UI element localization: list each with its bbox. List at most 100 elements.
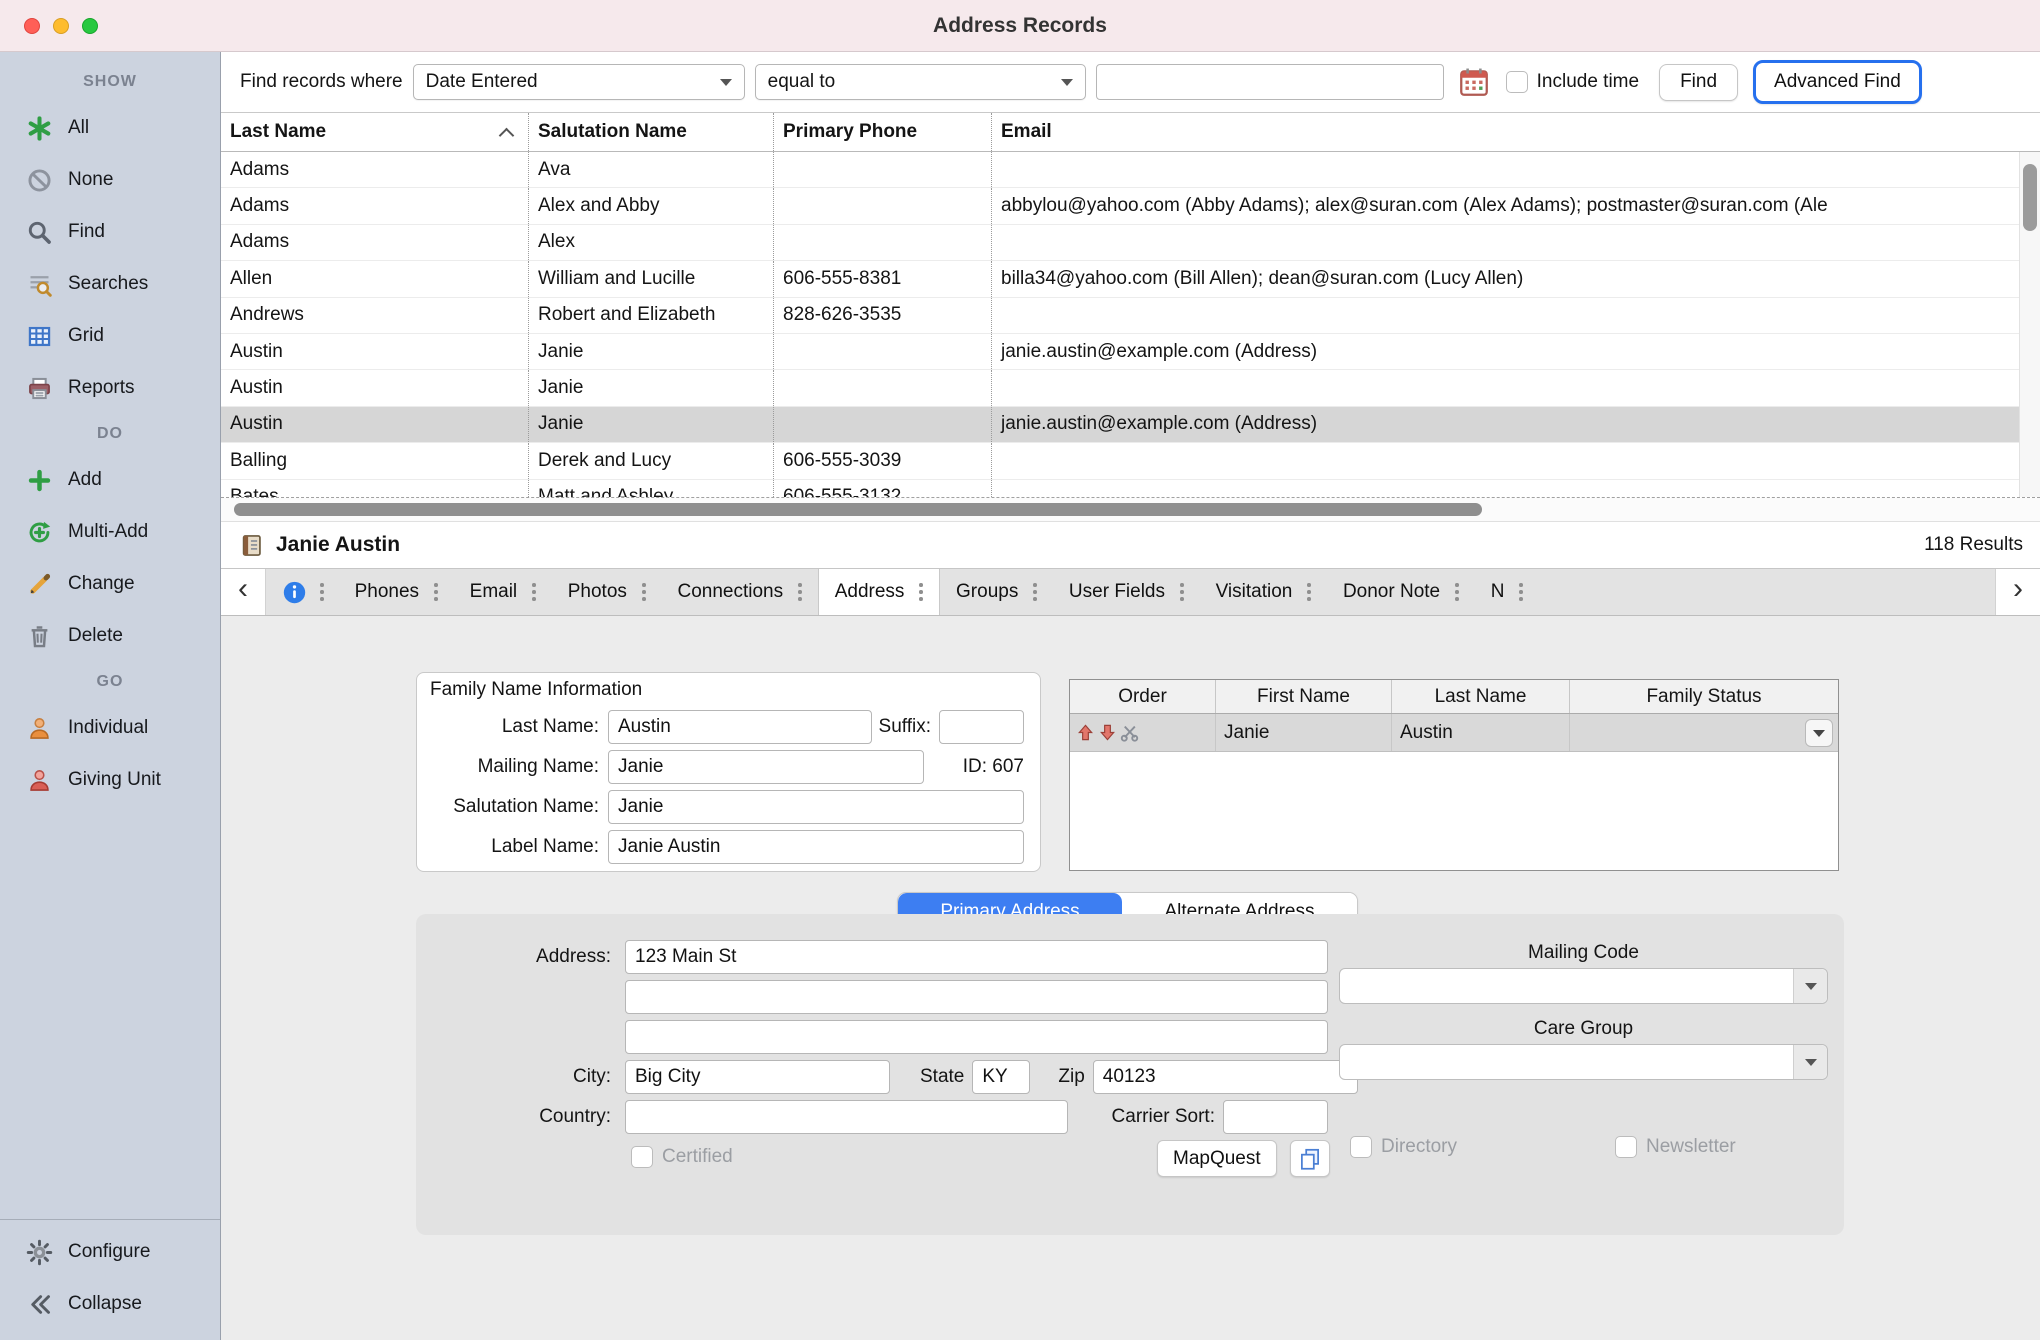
tab-connections[interactable]: Connections	[662, 569, 818, 615]
minimize-window-button[interactable]	[53, 18, 69, 34]
address-line3-input[interactable]	[625, 1020, 1328, 1054]
sidebar-item-all[interactable]: All	[0, 102, 220, 154]
results-row-austin-6[interactable]: AustinJanie	[221, 370, 2040, 406]
results-row-balling-8[interactable]: BallingDerek and Lucy606-555-3039	[221, 443, 2040, 479]
tab-menu-dots-icon[interactable]	[1180, 583, 1184, 601]
move-down-icon[interactable]	[1098, 723, 1117, 742]
tab-menu-dots-icon[interactable]	[1033, 583, 1037, 601]
horizontal-scrollbar-thumb[interactable]	[234, 503, 1482, 516]
mapquest-button[interactable]: MapQuest	[1157, 1140, 1277, 1177]
directory-checkbox[interactable]	[1350, 1136, 1372, 1158]
find-field-select[interactable]: Date Entered	[413, 64, 745, 100]
sidebar-item-giving-unit[interactable]: Giving Unit	[0, 754, 220, 806]
tab-menu-dots-icon[interactable]	[919, 583, 923, 601]
family-member-row[interactable]: JanieAustin	[1070, 714, 1838, 752]
mailing-code-select[interactable]	[1339, 968, 1828, 1004]
advanced-find-button[interactable]: Advanced Find	[1753, 60, 1922, 104]
column-header-last-name[interactable]: Last Name	[221, 113, 529, 151]
sidebar-item-individual[interactable]: Individual	[0, 702, 220, 754]
last-name-input[interactable]	[608, 710, 872, 744]
care-group-select[interactable]	[1339, 1044, 1828, 1080]
results-row-adams-2[interactable]: AdamsAlex	[221, 225, 2040, 261]
family-status-select[interactable]	[1805, 719, 1833, 747]
tab-menu-dots-icon[interactable]	[1307, 583, 1311, 601]
vertical-scrollbar-thumb[interactable]	[2023, 164, 2037, 231]
sidebar-item-reports[interactable]: Reports	[0, 362, 220, 414]
tab-photos[interactable]: Photos	[552, 569, 662, 615]
tab-user-fields[interactable]: User Fields	[1053, 569, 1200, 615]
sidebar-item-delete[interactable]: Delete	[0, 610, 220, 662]
country-input[interactable]	[625, 1100, 1068, 1134]
find-button[interactable]: Find	[1659, 64, 1738, 101]
tab-address[interactable]: Address	[818, 569, 940, 615]
tab-email[interactable]: Email	[454, 569, 552, 615]
zoom-window-button[interactable]	[82, 18, 98, 34]
sidebar-item-none[interactable]: None	[0, 154, 220, 206]
tab-menu-dots-icon[interactable]	[532, 583, 536, 601]
sidebar-item-change[interactable]: Change	[0, 558, 220, 610]
horizontal-scrollbar[interactable]	[221, 498, 2040, 522]
tab-menu-dots-icon[interactable]	[798, 583, 802, 601]
cell-email	[992, 298, 2040, 333]
carrier-sort-input[interactable]	[1223, 1100, 1328, 1134]
tab-visitation[interactable]: Visitation	[1200, 569, 1327, 615]
sidebar-item-find[interactable]: Find	[0, 206, 220, 258]
address-line2-input[interactable]	[625, 980, 1328, 1014]
cell-phone	[774, 225, 992, 260]
sidebar-item-add[interactable]: Add	[0, 454, 220, 506]
sidebar-item-collapse[interactable]: Collapse	[0, 1278, 220, 1330]
results-row-allen-3[interactable]: AllenWilliam and Lucille606-555-8381bill…	[221, 261, 2040, 297]
tab-donor-note[interactable]: Donor Note	[1327, 569, 1475, 615]
care-group-label: Care Group	[1339, 1018, 1828, 1040]
results-row-austin-5[interactable]: AustinJaniejanie.austin@example.com (Add…	[221, 334, 2040, 370]
column-header-email[interactable]: Email	[992, 113, 2040, 151]
results-row-austin-7[interactable]: AustinJaniejanie.austin@example.com (Add…	[221, 407, 2040, 443]
certified-checkbox[interactable]	[631, 1146, 653, 1168]
tab-menu-dots-icon[interactable]	[1519, 583, 1523, 601]
mailing-name-input[interactable]	[608, 750, 924, 784]
tab-phones[interactable]: Phones	[339, 569, 454, 615]
cell-email	[992, 225, 2040, 260]
scissors-icon[interactable]	[1120, 723, 1139, 742]
tab-menu-dots-icon[interactable]	[320, 583, 324, 601]
cell-last-name: Austin	[221, 370, 529, 405]
tab-menu-dots-icon[interactable]	[1455, 583, 1459, 601]
results-row-bates-9[interactable]: BatesMatt and Ashley606-555-3132	[221, 480, 2040, 497]
sidebar-item-searches[interactable]: Searches	[0, 258, 220, 310]
results-row-andrews-4[interactable]: AndrewsRobert and Elizabeth828-626-3535	[221, 298, 2040, 334]
copy-address-button[interactable]	[1290, 1140, 1330, 1177]
suffix-input[interactable]	[939, 710, 1024, 744]
primary-address-panel: Address: City: State	[416, 914, 1844, 1235]
results-row-adams-0[interactable]: AdamsAva	[221, 152, 2040, 188]
results-row-adams-1[interactable]: AdamsAlex and Abbyabbylou@yahoo.com (Abb…	[221, 188, 2040, 224]
tab-scroll-right-button[interactable]: ›	[1995, 569, 2040, 615]
city-input[interactable]	[625, 1060, 890, 1094]
address-line1-input[interactable]	[625, 940, 1328, 974]
calendar-button[interactable]	[1454, 62, 1494, 102]
zip-input[interactable]	[1093, 1060, 1358, 1094]
sidebar-item-multi-add[interactable]: Multi-Add	[0, 506, 220, 558]
label-name-input[interactable]	[608, 830, 1024, 864]
vertical-scrollbar[interactable]	[2019, 152, 2040, 497]
cell-email	[992, 480, 2040, 497]
tab-groups[interactable]: Groups	[940, 569, 1053, 615]
tab-info[interactable]	[266, 569, 339, 615]
sidebar-item-grid[interactable]: Grid	[0, 310, 220, 362]
move-up-icon[interactable]	[1076, 723, 1095, 742]
find-operator-select[interactable]: equal to	[755, 64, 1086, 100]
salutation-name-input[interactable]	[608, 790, 1024, 824]
tab-menu-dots-icon[interactable]	[434, 583, 438, 601]
state-input[interactable]	[972, 1060, 1030, 1094]
tab-menu-dots-icon[interactable]	[642, 583, 646, 601]
include-time-checkbox[interactable]	[1506, 71, 1528, 93]
tab-scroll-left-button[interactable]: ‹	[221, 569, 266, 615]
column-header-salutation-name[interactable]: Salutation Name	[529, 113, 774, 151]
chevron-down-icon	[1061, 79, 1073, 86]
sidebar-item-configure[interactable]: Configure	[0, 1226, 220, 1278]
column-header-primary-phone[interactable]: Primary Phone	[774, 113, 992, 151]
find-value-input[interactable]	[1096, 64, 1444, 100]
newsletter-checkbox[interactable]	[1615, 1136, 1637, 1158]
close-window-button[interactable]	[24, 18, 40, 34]
tab-n[interactable]: N	[1475, 569, 1539, 615]
trash-icon	[26, 623, 53, 650]
